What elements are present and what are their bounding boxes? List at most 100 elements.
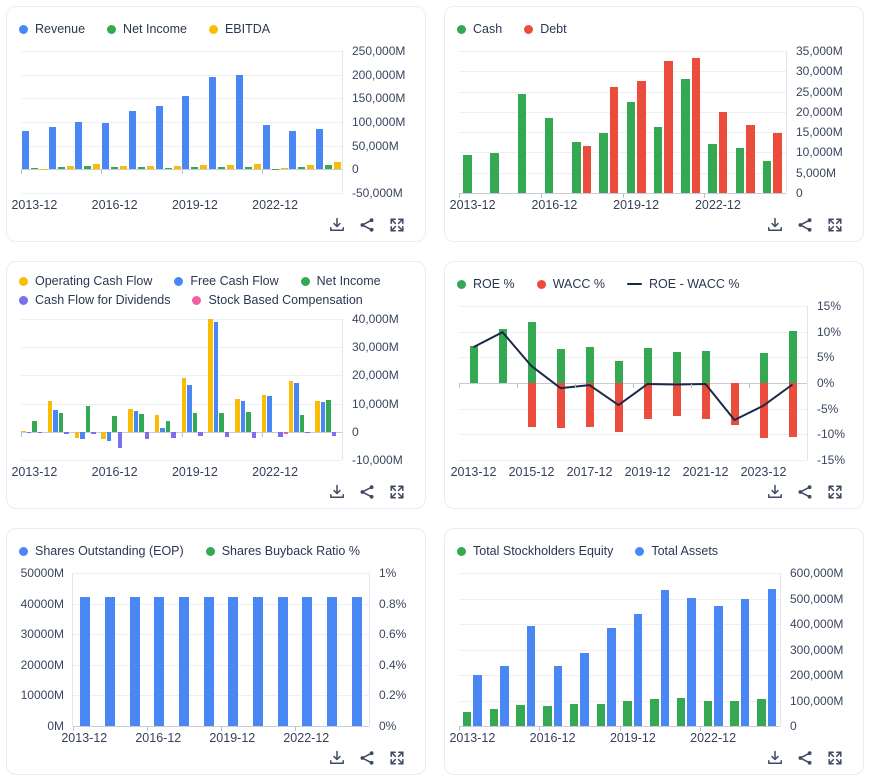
bar-ebitda xyxy=(93,164,101,170)
share-button[interactable] xyxy=(797,484,813,500)
share-button[interactable] xyxy=(797,217,813,233)
legend-item-total-assets[interactable]: Total Assets xyxy=(635,541,718,561)
gridline xyxy=(73,604,369,605)
y-tick-label: 0.8% xyxy=(379,597,407,611)
bar-cash xyxy=(572,142,581,193)
bar-cash-flow-for-dividends xyxy=(278,431,283,437)
share-button[interactable] xyxy=(359,217,375,233)
x-tick-label: 2019-12 xyxy=(624,465,671,479)
bar-operating-cash-flow xyxy=(235,399,240,432)
legend-item-stock-based-compensation[interactable]: Stock Based Compensation xyxy=(192,293,363,307)
y-tick-label: 25,000M xyxy=(796,85,843,99)
legend-label: ROE - WACC % xyxy=(649,277,740,291)
download-button[interactable] xyxy=(329,750,345,766)
x-tick-label: 2013-12 xyxy=(449,198,496,212)
legend-item-cash[interactable]: Cash xyxy=(457,19,502,39)
y-axis-right: 1% 0.8% 0.6% 0.4% 0.2% 0% xyxy=(370,566,415,746)
bar-total-stockholders-equity xyxy=(730,700,739,726)
x-tick-label: 2016-12 xyxy=(531,198,578,212)
bar-shares-outstanding-eop- xyxy=(129,596,140,726)
legend-dot-symbol xyxy=(536,279,546,289)
download-button[interactable] xyxy=(329,484,345,500)
bar-stock-based-compensation xyxy=(283,431,289,434)
bar-free-cash-flow xyxy=(213,321,219,432)
bar-debt xyxy=(691,58,701,193)
x-tick-label: 2013-12 xyxy=(61,731,108,745)
legend-item-roe-[interactable]: ROE % xyxy=(457,274,515,294)
legend-item-net-income[interactable]: Net Income xyxy=(300,274,381,288)
plot-wrap: 2013-12 2016-12 2019-12 2022-12 xyxy=(11,45,343,213)
y-tick-label: 10% xyxy=(817,325,842,339)
x-tick-label: 2013-12 xyxy=(11,198,58,212)
gridline xyxy=(21,75,342,76)
legend-item-net-income[interactable]: Net Income xyxy=(107,19,187,39)
legend-item-ebitda[interactable]: EBITDA xyxy=(208,19,271,39)
bar-cash xyxy=(517,94,527,193)
chart-plot-area: 2013-12 2016-12 2019-12 2022-12 35,000M 30,00… xyxy=(450,44,853,213)
legend-label: Cash Flow for Dividends xyxy=(35,293,171,307)
chart-toolbar xyxy=(455,480,853,506)
bar-ebitda xyxy=(146,165,154,170)
bar-total-assets xyxy=(473,675,482,726)
gridline xyxy=(21,375,342,376)
download-button[interactable] xyxy=(767,484,783,500)
x-axis-tick xyxy=(182,433,183,437)
legend-label: Stock Based Compensation xyxy=(208,293,363,307)
legend-item-shares-buyback-ratio-[interactable]: Shares Buyback Ratio % xyxy=(205,541,360,561)
bar-total-assets xyxy=(767,588,777,726)
y-tick-label: 250,000M xyxy=(352,44,406,58)
legend-item-revenue[interactable]: Revenue xyxy=(19,19,85,39)
expand-button[interactable] xyxy=(827,484,843,500)
legend-item-total-stockholders-equity[interactable]: Total Stockholders Equity xyxy=(457,541,613,561)
y-tick-label: 50000M xyxy=(20,566,64,580)
legend-item-free-cash-flow[interactable]: Free Cash Flow xyxy=(174,274,279,288)
x-axis-labels: 2013-12 2016-12 2019-12 2022-12 xyxy=(61,730,370,746)
legend-item-debt[interactable]: Debt xyxy=(524,19,567,39)
expand-button[interactable] xyxy=(389,750,405,766)
download-button[interactable] xyxy=(767,750,783,766)
x-axis-tick xyxy=(459,384,460,388)
x-axis-labels: 2013-12 2015-12 2017-12 2019-12 2021-12 2023-… xyxy=(451,464,808,480)
y-tick-label: 200,000M xyxy=(352,68,406,82)
share-button[interactable] xyxy=(797,750,813,766)
bar-net-income xyxy=(246,411,251,432)
bar-net-income xyxy=(192,413,198,432)
x-axis-tick xyxy=(21,433,22,437)
download-button[interactable] xyxy=(329,217,345,233)
bar-total-stockholders-equity xyxy=(596,703,606,726)
legend-item-shares-outstanding-eop-[interactable]: Shares Outstanding (EOP) xyxy=(19,541,184,561)
bar-cash xyxy=(681,79,690,193)
y-axis-right: 600,000M 500,000M 400,000M 300,000M 200,000M… xyxy=(781,566,853,746)
bar-total-stockholders-equity xyxy=(757,698,766,726)
plot-wrap: 2013-12 2016-12 2019-12 2022-12 xyxy=(11,313,343,480)
share-button[interactable] xyxy=(359,484,375,500)
bar-cash-flow-for-dividends xyxy=(37,431,43,433)
expand-button[interactable] xyxy=(389,217,405,233)
legend-item-wacc-[interactable]: WACC % xyxy=(536,274,605,294)
gridline xyxy=(459,51,786,52)
bar-net-income xyxy=(244,166,252,170)
bar-net-income xyxy=(57,166,65,170)
expand-button[interactable] xyxy=(827,217,843,233)
legend-item-operating-cash-flow[interactable]: Operating Cash Flow xyxy=(19,274,152,288)
bar-shares-outstanding-eop- xyxy=(302,596,313,726)
expand-button[interactable] xyxy=(389,484,405,500)
gridline xyxy=(459,92,786,93)
legend-label: Net Income xyxy=(123,22,187,36)
share-button[interactable] xyxy=(359,750,375,766)
y-tick-label: -10,000M xyxy=(352,453,403,467)
legend-label: EBITDA xyxy=(224,22,271,36)
expand-button[interactable] xyxy=(827,750,843,766)
x-tick-label: 2016-12 xyxy=(529,731,576,745)
legend-item-roe-wacc-[interactable]: ROE - WACC % xyxy=(627,274,740,294)
bar-ebitda xyxy=(280,168,288,170)
bar-revenue xyxy=(48,126,56,170)
bar-net-income xyxy=(325,164,333,170)
bar-net-income xyxy=(165,420,171,432)
bar-revenue xyxy=(182,96,190,170)
x-tick-label: 2022-12 xyxy=(690,731,737,745)
legend-item-cash-flow-for-dividends[interactable]: Cash Flow for Dividends xyxy=(19,293,170,307)
download-button[interactable] xyxy=(767,217,783,233)
bar-shares-outstanding-eop- xyxy=(105,596,115,726)
y-tick-label: 600,000M xyxy=(790,566,844,580)
